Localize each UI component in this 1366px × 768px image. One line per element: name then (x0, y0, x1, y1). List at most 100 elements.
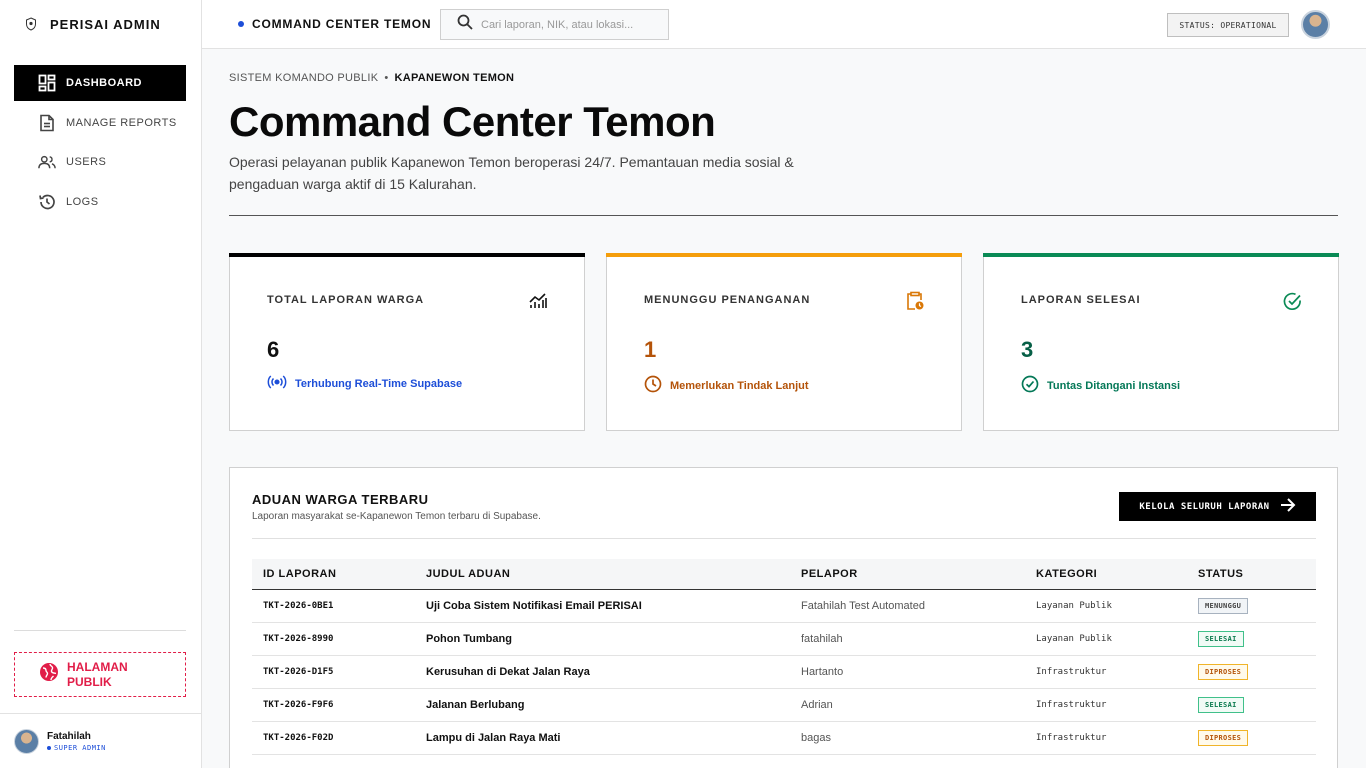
card-label: MENUNGGU PENANGANAN (644, 294, 811, 306)
card-accent-bar (229, 253, 585, 257)
panel-subtitle: Laporan masyarakat se-Kapanewon Temon te… (252, 511, 541, 522)
cell-status: MENUNGGU (1187, 589, 1316, 622)
cell-status: SELESAI (1187, 688, 1316, 721)
stat-card-pending: MENUNGGU PENANGANAN 1 Memerlukan Tindak … (606, 253, 962, 431)
cell-reporter: Hartanto (801, 665, 844, 678)
cell-status: DIPROSES (1187, 721, 1316, 754)
public-page-link[interactable]: HALAMAN PUBLIK (14, 652, 186, 697)
sidebar-item-label: LOGS (66, 195, 99, 208)
card-value: 6 (267, 337, 280, 362)
dashboard-icon (38, 74, 56, 92)
live-dot-icon (238, 21, 244, 27)
document-icon (38, 114, 56, 132)
sidebar-item-label: USERS (66, 156, 107, 168)
breadcrumb-current: KAPANEWON TEMON (394, 72, 515, 84)
breadcrumb-parent[interactable]: SISTEM KOMANDO PUBLIK (229, 72, 378, 84)
stat-card-total: TOTAL LAPORAN WARGA 6 Terhubung Real-Tim… (229, 253, 585, 431)
cell-status: DIPROSES (1187, 655, 1316, 688)
page-description: Operasi pelayanan publik Kapanewon Temon… (229, 154, 794, 192)
status-badge: DIPROSES (1198, 663, 1249, 680)
table-header-row: ID LAPORAN JUDUL ADUAN PELAPOR KATEGORI … (252, 559, 1316, 589)
card-accent-bar (983, 253, 1339, 257)
status-badge: DIPROSES (1198, 729, 1249, 746)
user-name: Fatahilah (47, 730, 91, 742)
table-row[interactable]: TKT-2026-8990 Pohon Tumbang fatahilah La… (252, 622, 1316, 655)
card-subtext: Terhubung Real-Time Supabase (267, 375, 462, 392)
broadcast-icon (267, 375, 287, 392)
cell-title: Kerusuhan di Dekat Jalan Raya (426, 665, 590, 678)
public-page-label: HALAMAN PUBLIK (67, 659, 128, 689)
complaints-table: ID LAPORAN JUDUL ADUAN PELAPOR KATEGORI … (252, 559, 1316, 755)
cell-reporter: fatahilah (801, 632, 843, 645)
brand[interactable]: PERISAI ADMIN (0, 0, 201, 48)
user-role-text: SUPER ADMIN (54, 743, 106, 752)
header-divider (229, 215, 1338, 216)
cell-title: Uji Coba Sistem Notifikasi Email PERISAI (426, 599, 642, 612)
system-status-badge: STATUS: OPERATIONAL (1167, 13, 1289, 37)
users-icon (38, 153, 56, 171)
search-input[interactable] (481, 18, 661, 31)
card-subtext: Memerlukan Tindak Lanjut (644, 375, 809, 396)
manage-all-reports-button[interactable]: KELOLA SELURUH LAPORAN (1119, 492, 1316, 521)
role-dot-icon (47, 745, 51, 750)
sidebar-nav: DASHBOARD MANAGE REPORTS USERS LOGS (14, 65, 186, 223)
status-badge: SELESAI (1198, 696, 1244, 713)
globe-icon (39, 662, 59, 687)
avatar[interactable] (1301, 10, 1330, 39)
status-badge: MENUNGGU (1198, 597, 1249, 614)
header-title: COMMAND CENTER TEMON (238, 17, 431, 31)
avatar (14, 728, 39, 754)
header-title-text: COMMAND CENTER TEMON (252, 17, 432, 31)
cell-id: TKT-2026-0BE1 (263, 600, 334, 611)
sidebar-item-dashboard[interactable]: DASHBOARD (14, 65, 186, 101)
cell-reporter: bagas (801, 731, 831, 744)
column-header-status: STATUS (1198, 567, 1244, 580)
check-circle-icon (1021, 375, 1039, 396)
sidebar-item-label: DASHBOARD (66, 77, 142, 89)
status-badge: SELESAI (1198, 630, 1244, 647)
sidebar: PERISAI ADMIN DASHBOARD MANAGE REPORTS U… (0, 0, 202, 768)
cell-status: SELESAI (1187, 622, 1316, 655)
card-accent-bar (606, 253, 962, 257)
sidebar-item-manage-reports[interactable]: MANAGE REPORTS (14, 105, 186, 141)
arrow-right-icon (1280, 498, 1296, 515)
cell-reporter: Adrian (801, 698, 833, 711)
brand-name: PERISAI ADMIN (50, 16, 161, 32)
stat-card-completed: LAPORAN SELESAI 3 Tuntas Ditangani Insta… (983, 253, 1339, 431)
table-row[interactable]: TKT-2026-D1F5 Kerusuhan di Dekat Jalan R… (252, 655, 1316, 688)
panel-title: ADUAN WARGA TERBARU (252, 492, 429, 507)
page-title: Command Center Temon (229, 98, 716, 145)
column-header-title: JUDUL ADUAN (426, 567, 511, 580)
card-value: 3 (1021, 337, 1034, 362)
user-profile[interactable]: Fatahilah SUPER ADMIN (0, 713, 201, 768)
cell-category: Infrastruktur (1036, 732, 1107, 743)
card-subtext-label: Terhubung Real-Time Supabase (295, 377, 463, 390)
sidebar-divider (14, 630, 186, 631)
sidebar-item-logs[interactable]: LOGS (14, 184, 186, 220)
cell-title: Jalanan Berlubang (426, 698, 525, 711)
breadcrumb: SISTEM KOMANDO PUBLIK • KAPANEWON TEMON (229, 72, 514, 84)
table-row[interactable]: TKT-2026-F9F6 Jalanan Berlubang Adrian I… (252, 688, 1316, 721)
column-header-reporter: PELAPOR (801, 567, 858, 580)
card-subtext-label: Memerlukan Tindak Lanjut (670, 379, 809, 392)
card-subtext: Tuntas Ditangani Instansi (1021, 375, 1180, 396)
history-icon (38, 193, 56, 211)
clipboard-clock-icon (905, 291, 925, 311)
cell-title: Lampu di Jalan Raya Mati (426, 731, 561, 744)
cell-category: Layanan Publik (1036, 633, 1112, 644)
user-role: SUPER ADMIN (47, 744, 106, 752)
recent-complaints-panel: ADUAN WARGA TERBARU Laporan masyarakat s… (229, 467, 1338, 768)
cell-id: TKT-2026-F02D (263, 732, 334, 743)
top-header: COMMAND CENTER TEMON STATUS: OPERATIONAL (202, 0, 1366, 49)
card-subtext-label: Tuntas Ditangani Instansi (1047, 379, 1181, 392)
table-row[interactable]: TKT-2026-0BE1 Uji Coba Sistem Notifikasi… (252, 589, 1316, 622)
table-row[interactable]: TKT-2026-F02D Lampu di Jalan Raya Mati b… (252, 721, 1316, 754)
shield-logo-icon (24, 16, 38, 32)
chart-icon (528, 291, 548, 311)
clock-icon (644, 375, 662, 396)
cell-category: Infrastruktur (1036, 699, 1107, 710)
search-bar[interactable] (440, 9, 669, 40)
breadcrumb-separator: • (384, 72, 389, 84)
column-header-category: KATEGORI (1036, 567, 1098, 580)
sidebar-item-users[interactable]: USERS (14, 144, 186, 180)
